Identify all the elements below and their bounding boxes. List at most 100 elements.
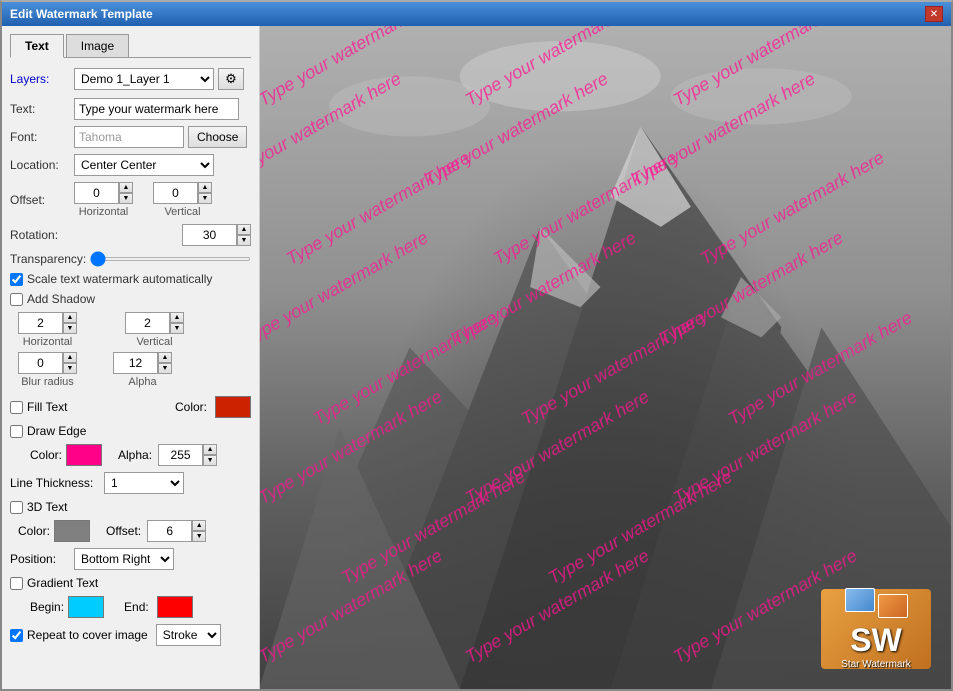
offset-h-down[interactable]: ▼ [119,193,133,204]
edge-color-row: Color: Alpha: ▲ ▼ [30,444,251,466]
close-button[interactable]: ✕ [925,6,943,22]
offset-vertical-group: ▲ ▼ Vertical [153,182,212,218]
main-window: Edit Watermark Template ✕ Text Image Lay… [0,0,953,691]
offset-label: Offset: [10,193,70,207]
shadow-alpha-group: ▲ ▼ Alpha [113,352,172,388]
rotation-row: Rotation: ▲ ▼ [10,224,251,246]
edge-alpha-spinner-btns: ▲ ▼ [203,444,217,466]
edge-alpha-down[interactable]: ▼ [203,455,217,466]
shadow-alpha-spinner-btns: ▲ ▼ [158,352,172,374]
layers-label: Layers: [10,72,70,86]
3d-text-checkbox[interactable] [10,501,23,514]
choose-font-button[interactable]: Choose [188,126,247,148]
preview-area: Type your watermark here Type your water… [260,26,951,689]
tab-text[interactable]: Text [10,34,64,58]
shadow-blur-up[interactable]: ▲ [63,352,77,363]
3d-text-label: 3D Text [27,500,67,514]
shadow-alpha-up[interactable]: ▲ [158,352,172,363]
shadow-inputs-area: ▲ ▼ Horizontal ▲ ▼ [10,312,251,392]
transparency-slider[interactable] [90,257,251,261]
rotation-down[interactable]: ▼ [237,235,251,246]
offset-v-spinner-btns: ▲ ▼ [198,182,212,204]
edge-color-label: Color: [30,448,62,462]
font-input [74,126,184,148]
rotation-spinner: ▲ ▼ [182,224,251,246]
shadow-blur-spinner: ▲ ▼ [18,352,77,374]
shadow-v-label: Vertical [136,336,172,348]
offset-v-down[interactable]: ▼ [198,193,212,204]
repeat-checkbox[interactable] [10,629,23,642]
line-thickness-row: Line Thickness: 123 [10,472,251,494]
offset-v-label: Vertical [164,206,200,218]
edge-alpha-input[interactable] [158,444,203,466]
shadow-h-up[interactable]: ▲ [63,312,77,323]
shadow-v-down[interactable]: ▼ [170,323,184,334]
draw-edge-checkbox[interactable] [10,425,23,438]
shadow-h-spinner: ▲ ▼ [18,312,77,334]
content-area: Text Image Layers: Demo 1_Layer 1 ⚙ Text… [2,26,951,689]
font-row: Font: Choose [10,126,251,148]
shadow-blur-label: Blur radius [21,376,74,388]
shadow-h-down[interactable]: ▼ [63,323,77,334]
tab-image[interactable]: Image [66,34,129,57]
3d-color-offset-row: Color: Offset: ▲ ▼ [18,520,251,542]
offset-row: Offset: ▲ ▼ Horizontal [10,182,251,218]
gradient-begin-swatch[interactable] [68,596,104,618]
fill-color-label: Color: [175,400,207,414]
gradient-end-swatch[interactable] [157,596,193,618]
3d-offset-spinner: ▲ ▼ [147,520,206,542]
line-thickness-select[interactable]: 123 [104,472,184,494]
shadow-checkbox-row: Add Shadow [10,292,251,306]
stroke-select[interactable]: Stroke [156,624,221,646]
shadow-h-group: ▲ ▼ Horizontal [18,312,77,348]
rotation-spinner-btns: ▲ ▼ [237,224,251,246]
rotation-up[interactable]: ▲ [237,224,251,235]
window-title: Edit Watermark Template [10,7,153,21]
3d-offset-up[interactable]: ▲ [192,520,206,531]
gradient-text-label: Gradient Text [27,576,98,590]
offset-h-label: Horizontal [79,206,129,218]
position-select[interactable]: Bottom Right [74,548,174,570]
3d-offset-input[interactable] [147,520,192,542]
shadow-alpha-down[interactable]: ▼ [158,363,172,374]
title-bar-buttons: ✕ [925,6,943,22]
photo-thumb-1 [845,588,875,612]
draw-edge-label: Draw Edge [27,424,86,438]
offset-h-input[interactable] [74,182,119,204]
fill-color-swatch[interactable] [215,396,251,418]
rotation-input[interactable] [182,224,237,246]
shadow-blur-group: ▲ ▼ Blur radius [18,352,77,388]
offset-v-input[interactable] [153,182,198,204]
shadow-v-spinner: ▲ ▼ [125,312,184,334]
shadow-alpha-input[interactable] [113,352,158,374]
position-label: Position: [10,552,70,566]
text-input[interactable] [74,98,239,120]
offset-v-up[interactable]: ▲ [198,182,212,193]
location-row: Location: Center Center [10,154,251,176]
text-label: Text: [10,102,70,116]
edge-color-swatch[interactable] [66,444,102,466]
3d-offset-down[interactable]: ▼ [192,531,206,542]
shadow-blur-alpha-row: ▲ ▼ Blur radius ▲ ▼ [18,352,251,388]
gradient-text-checkbox[interactable] [10,577,23,590]
offset-h-up[interactable]: ▲ [119,182,133,193]
fill-text-checkbox[interactable] [10,401,23,414]
tab-bar: Text Image [10,34,251,58]
shadow-v-up[interactable]: ▲ [170,312,184,323]
layers-gear-button[interactable]: ⚙ [218,68,244,90]
location-select[interactable]: Center Center [74,154,214,176]
sw-logo: SW Star Watermark [821,589,931,669]
edge-alpha-up[interactable]: ▲ [203,444,217,455]
line-thickness-label: Line Thickness: [10,476,100,490]
shadow-h-spinner-btns: ▲ ▼ [63,312,77,334]
scale-checkbox[interactable] [10,273,23,286]
3d-color-swatch[interactable] [54,520,90,542]
layers-select[interactable]: Demo 1_Layer 1 [74,68,214,90]
shadow-v-input[interactable] [125,312,170,334]
shadow-h-input[interactable] [18,312,63,334]
shadow-blur-input[interactable] [18,352,63,374]
shadow-checkbox[interactable] [10,293,23,306]
offset-h-spinner: ▲ ▼ [74,182,133,204]
shadow-blur-down[interactable]: ▼ [63,363,77,374]
left-panel: Text Image Layers: Demo 1_Layer 1 ⚙ Text… [2,26,260,689]
